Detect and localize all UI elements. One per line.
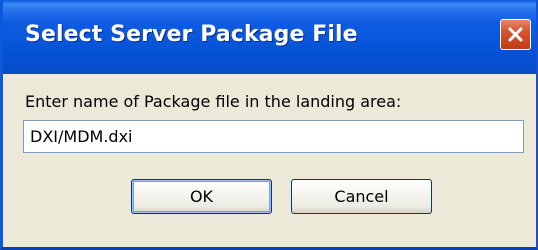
dialog-title: Select Server Package File — [25, 22, 358, 47]
close-icon — [508, 27, 523, 42]
prompt-label: Enter name of Package file in the landin… — [25, 92, 402, 111]
title-bar[interactable]: Select Server Package File — [3, 0, 536, 74]
package-file-input[interactable] — [23, 120, 524, 153]
dialog-window: Select Server Package File Enter name of… — [0, 0, 538, 250]
ok-button[interactable]: OK — [131, 179, 272, 214]
close-button[interactable] — [500, 19, 531, 50]
cancel-button[interactable]: Cancel — [291, 179, 432, 214]
